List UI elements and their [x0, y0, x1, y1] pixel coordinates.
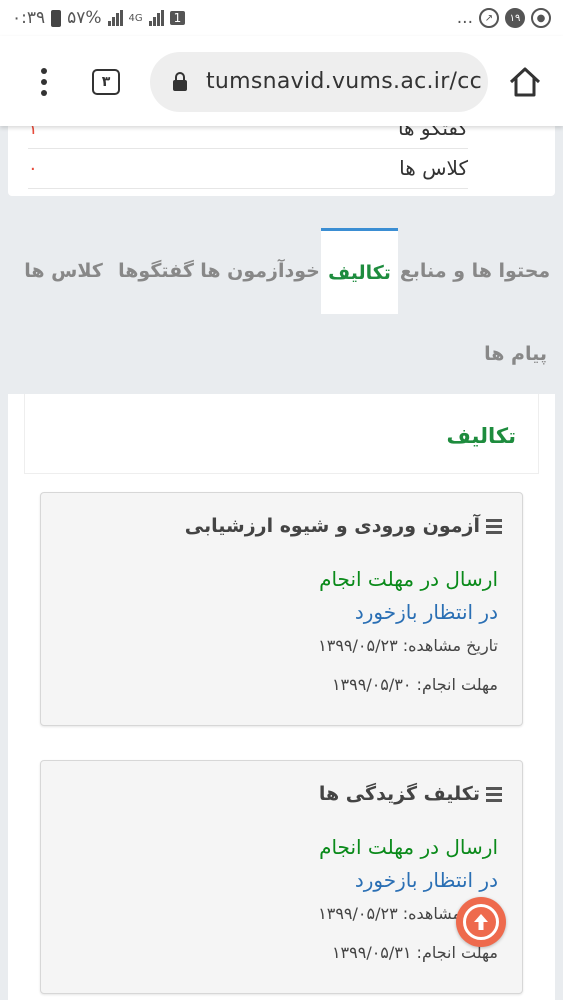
- signal-icon: [107, 10, 123, 26]
- battery-icon: [51, 9, 62, 27]
- stat-value: ۰: [28, 157, 38, 179]
- assignment-title: تکلیف گزیدگی ها: [318, 783, 480, 805]
- tab-switcher-button[interactable]: ۳: [92, 69, 120, 95]
- feedback-status: در انتظار بازخورد: [354, 868, 498, 892]
- assignment-title-link[interactable]: تکلیف گزیدگی ها: [319, 783, 502, 805]
- status-bar: ۰:۳۹ ۵۷% 4G 1 ... ↗ ۱۹ ●: [0, 0, 563, 36]
- section-title: تکالیف: [446, 424, 516, 448]
- tab-discussions[interactable]: گفتگوها: [113, 228, 199, 314]
- address-bar[interactable]: tumsnavid.vums.ac.ir/cc: [150, 52, 488, 112]
- arrow-up-icon: [463, 904, 499, 940]
- notification-badge: 1: [169, 11, 186, 25]
- tab-assignments[interactable]: تکالیف: [321, 228, 398, 314]
- count-badge: ۱۹: [505, 8, 525, 28]
- more-notifications-icon: ...: [456, 8, 473, 28]
- scroll-to-top-button[interactable]: [456, 897, 506, 947]
- submission-status: ارسال در مهلت انجام: [319, 835, 498, 859]
- trending-icon: ↗: [479, 8, 499, 28]
- view-date: تاریخ مشاهده: ۱۳۹۹/۰۵/۲۳: [318, 636, 498, 655]
- list-icon: [486, 786, 502, 802]
- list-icon: [486, 518, 502, 534]
- home-icon[interactable]: [508, 66, 542, 98]
- url-text: tumsnavid.vums.ac.ir/cc: [206, 69, 483, 94]
- deadline: مهلت انجام: ۱۳۹۹/۰۵/۳۰: [331, 675, 498, 694]
- submission-status: ارسال در مهلت انجام: [319, 567, 498, 591]
- stats-card: ۱ گفتگو ها ۰ کلاس ها: [8, 116, 555, 196]
- clock: ۰:۳۹: [12, 8, 46, 28]
- menu-icon[interactable]: [36, 68, 52, 96]
- signal-icon-2: [148, 10, 164, 26]
- tab-messages[interactable]: پیام ها: [484, 314, 547, 394]
- assignment-title-link[interactable]: آزمون ورودی و شیوه ارزشیابی: [185, 515, 502, 537]
- stat-row-classes: ۰ کلاس ها: [28, 148, 468, 189]
- browser-toolbar: ۳ tumsnavid.vums.ac.ir/cc: [0, 36, 563, 126]
- assignment-title: آزمون ورودی و شیوه ارزشیابی: [184, 515, 480, 537]
- account-icon: ●: [531, 8, 551, 28]
- assignment-card: آزمون ورودی و شیوه ارزشیابی ارسال در مهل…: [40, 492, 523, 726]
- battery-percent: ۵۷%: [67, 8, 102, 28]
- tab-selftest[interactable]: خودآزمون ها: [200, 228, 320, 314]
- stat-label: کلاس ها: [399, 156, 468, 180]
- course-tabs: محتوا ها و منابع تکالیف خودآزمون ها گفتگ…: [8, 228, 555, 394]
- section-header: تکالیف: [24, 394, 539, 474]
- tab-content[interactable]: محتوا ها و منابع: [400, 228, 550, 314]
- tab-classes[interactable]: کلاس ها: [16, 228, 111, 314]
- network-type: 4G: [128, 12, 143, 24]
- feedback-status: در انتظار بازخورد: [354, 600, 498, 624]
- lock-icon: [173, 72, 187, 91]
- assignment-card: تکلیف گزیدگی ها ارسال در مهلت انجام در ا…: [40, 760, 523, 994]
